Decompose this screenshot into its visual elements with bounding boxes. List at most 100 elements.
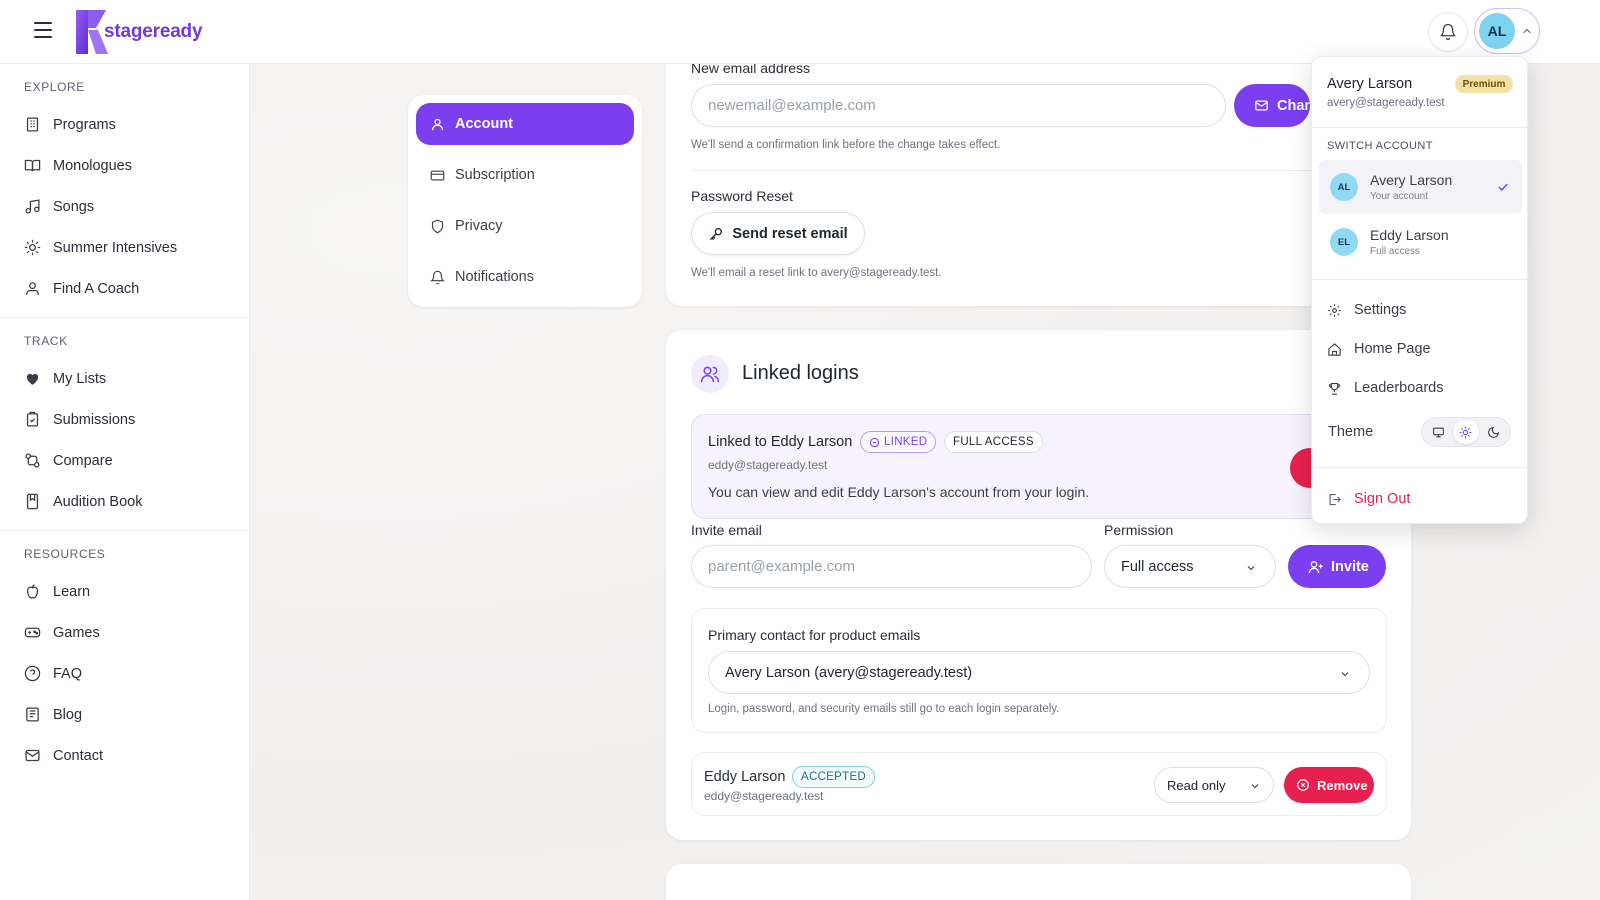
account-menu-button[interactable]: AL <box>1474 8 1540 54</box>
divider <box>1312 127 1529 128</box>
chevron-down-icon <box>1247 566 1255 571</box>
sidebar-item-label: Audition Book <box>53 493 143 510</box>
send-reset-email-button[interactable]: Send reset email <box>691 212 865 255</box>
theme-light-option[interactable] <box>1452 420 1479 444</box>
users-icon <box>700 366 720 383</box>
sidebar-item-monologues[interactable]: Monologues <box>0 145 249 186</box>
sidebar-item-games[interactable]: Games <box>0 612 249 653</box>
gamepad-icon <box>24 627 41 638</box>
sign-out-button[interactable]: Sign Out <box>1327 485 1517 513</box>
account-name: Avery Larson <box>1327 76 1413 92</box>
sidebar-item-songs[interactable]: Songs <box>0 186 249 227</box>
tab-account[interactable]: Account <box>416 103 634 145</box>
chevron-down-icon <box>1341 672 1349 677</box>
sidebar-item-blog[interactable]: Blog <box>0 694 249 735</box>
settings-tabs: Account Subscription Privacy Notificatio… <box>408 95 642 307</box>
user-plus-icon <box>1308 560 1323 573</box>
sun-icon <box>1460 426 1472 438</box>
notifications-button[interactable] <box>1428 12 1468 52</box>
tab-notifications[interactable]: Notifications <box>416 256 634 298</box>
invite-email-input[interactable]: parent@example.com <box>691 545 1092 588</box>
change-email-button[interactable]: Chan <box>1234 84 1310 127</box>
sidebar-item-my-lists[interactable]: My Lists <box>0 358 249 399</box>
avatar: AL <box>1330 173 1358 201</box>
hamburger-menu-icon[interactable] <box>34 22 52 38</box>
nav-section-explore: EXPLORE Programs Monologues Songs Summer… <box>0 64 249 318</box>
moon-icon <box>1487 426 1499 438</box>
tab-label: Notifications <box>455 269 534 285</box>
nav-heading: TRACK <box>24 334 68 348</box>
remove-label: Remove <box>1317 777 1368 793</box>
sidebar-item-submissions[interactable]: Submissions <box>0 399 249 440</box>
account-email: avery@stageready.test <box>1327 97 1445 109</box>
avatar: AL <box>1479 13 1515 49</box>
linked-logins-icon-wrap <box>691 355 729 393</box>
tab-label: Privacy <box>455 218 503 234</box>
primary-contact-label: Primary contact for product emails <box>708 627 921 643</box>
credit-card-icon <box>430 170 445 180</box>
email-hint: We'll send a confirmation link before th… <box>691 139 1001 151</box>
password-reset-label: Password Reset <box>691 188 793 204</box>
sidebar-item-find-a-coach[interactable]: Find A Coach <box>0 268 249 309</box>
logo-mark <box>74 8 110 56</box>
account-option-name: Avery Larson <box>1370 172 1453 188</box>
primary-contact-hint: Login, password, and security emails sti… <box>708 703 1060 715</box>
sidebar-item-programs[interactable]: Programs <box>0 104 249 145</box>
member-permission-select[interactable]: Read only <box>1154 767 1274 803</box>
sidebar-item-faq[interactable]: FAQ <box>0 653 249 694</box>
sidebar-item-compare[interactable]: Compare <box>0 440 249 481</box>
menu-item-label: Home Page <box>1354 341 1431 357</box>
sun-icon <box>24 239 41 256</box>
new-email-input[interactable]: newemail@example.com <box>691 84 1226 127</box>
member-permission-value: Read only <box>1167 777 1226 793</box>
account-option-avery[interactable]: AL Avery Larson Your account <box>1319 160 1522 214</box>
tab-privacy[interactable]: Privacy <box>416 205 634 247</box>
sign-out-icon <box>1329 493 1341 505</box>
users-icon <box>26 282 39 295</box>
account-option-eddy[interactable]: EL Eddy Larson Full access <box>1319 215 1522 269</box>
logo[interactable]: stageready <box>74 6 203 58</box>
menu-item-settings[interactable]: Settings <box>1327 296 1517 324</box>
check-icon <box>1498 183 1508 191</box>
remove-member-button[interactable]: Remove <box>1284 767 1374 803</box>
key-icon <box>710 227 723 240</box>
linked-account-title: Linked to Eddy Larson <box>708 434 853 450</box>
divider <box>691 170 1311 171</box>
menu-item-leaderboards[interactable]: Leaderboards <box>1327 374 1517 402</box>
sidebar-item-contact[interactable]: Contact <box>0 735 249 776</box>
switch-account-heading: SWITCH ACCOUNT <box>1327 140 1433 152</box>
sidebar-item-learn[interactable]: Learn <box>0 571 249 612</box>
sidebar-item-summer-intensives[interactable]: Summer Intensives <box>0 227 249 268</box>
sidebar-item-label: Find A Coach <box>53 280 140 297</box>
sidebar-item-label: Songs <box>53 198 95 215</box>
theme-dark-option[interactable] <box>1480 420 1506 444</box>
sidebar-item-label: Submissions <box>53 411 136 428</box>
building-icon <box>26 117 39 132</box>
bell-icon <box>1440 23 1456 41</box>
home-icon <box>1328 342 1341 356</box>
bookmark-book-icon <box>26 493 39 510</box>
linked-account-description: You can view and edit Eddy Larson's acco… <box>708 484 1090 500</box>
top-bar: stageready AL <box>0 0 1600 64</box>
sidebar-item-label: My Lists <box>53 370 107 387</box>
primary-contact-select[interactable]: Avery Larson (avery@stageready.test) <box>708 651 1370 694</box>
sidebar-item-audition-book[interactable]: Audition Book <box>0 481 249 522</box>
linked-logins-title: Linked logins <box>742 362 859 384</box>
member-email: eddy@stageready.test <box>704 789 824 803</box>
menu-item-label: Settings <box>1354 302 1407 318</box>
theme-system-option[interactable] <box>1426 420 1452 444</box>
primary-contact-box: Primary contact for product emails Avery… <box>691 608 1387 733</box>
invite-button[interactable]: Invite <box>1288 545 1386 588</box>
tab-subscription[interactable]: Subscription <box>416 154 634 196</box>
clipboard-check-icon <box>26 411 39 427</box>
theme-toggle <box>1421 417 1511 447</box>
linked-status-badge: LINKED <box>860 431 937 453</box>
permission-select[interactable]: Full access <box>1104 545 1276 588</box>
bell-icon <box>430 270 445 284</box>
menu-item-home-page[interactable]: Home Page <box>1327 335 1517 363</box>
sidebar-item-label: Blog <box>53 706 83 723</box>
access-badge: FULL ACCESS <box>944 431 1043 453</box>
change-email-label: Chan <box>1277 97 1310 114</box>
invite-email-label: Invite email <box>691 522 762 538</box>
next-card <box>666 864 1411 900</box>
